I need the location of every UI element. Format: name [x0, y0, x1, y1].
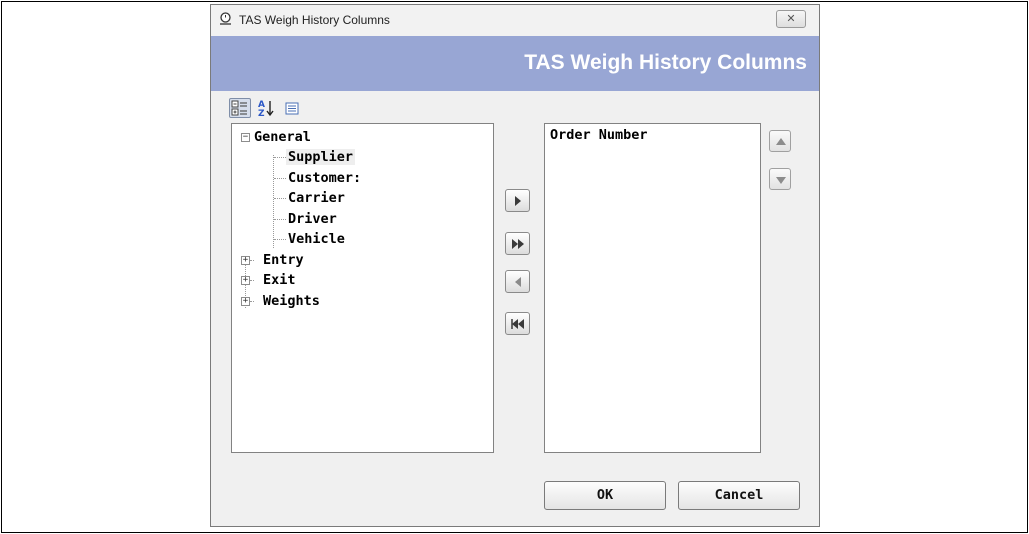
property-pages-icon: [285, 102, 299, 115]
app-icon: [220, 12, 231, 25]
arrow-left-icon: [515, 277, 521, 287]
arrow-right-icon: [515, 196, 521, 206]
double-arrow-right-icon: [512, 239, 524, 249]
tree-group-label: General: [254, 129, 311, 145]
tree-item-label: Supplier: [286, 149, 356, 165]
property-pages-button[interactable]: [282, 98, 304, 118]
expand-icon[interactable]: +: [241, 256, 250, 265]
tree-connector: [274, 178, 286, 179]
remove-all-button[interactable]: [505, 312, 530, 335]
collapse-icon[interactable]: −: [241, 133, 250, 142]
close-icon: ✕: [786, 13, 796, 25]
add-all-button[interactable]: [505, 232, 530, 255]
move-down-icon: [776, 177, 786, 184]
tree-item-label: Vehicle: [288, 231, 345, 247]
tree-connector: [274, 239, 286, 240]
tree-connector: [273, 155, 274, 248]
expand-icon[interactable]: +: [241, 276, 250, 285]
tree-connector: [274, 157, 286, 158]
tree-item-supplier[interactable]: Supplier: [286, 147, 356, 167]
tree-item-customer[interactable]: Customer:: [288, 168, 361, 188]
sort-alphabetical-icon: A Z: [258, 100, 274, 118]
ok-button[interactable]: OK: [544, 481, 666, 510]
tree-item-vehicle[interactable]: Vehicle: [288, 229, 345, 249]
header-banner: TAS Weigh History Columns: [211, 36, 819, 91]
tree-item-carrier[interactable]: Carrier: [288, 188, 345, 208]
tree-group-label: Weights: [263, 293, 320, 309]
tree-connector: [250, 280, 254, 281]
tree-group-label: Exit: [263, 272, 296, 288]
move-up-button[interactable]: [769, 130, 791, 152]
tree-item-label: Carrier: [288, 190, 345, 206]
tree-item-label: Driver: [288, 211, 337, 227]
cancel-button[interactable]: Cancel: [678, 481, 800, 510]
tree-group-label: Entry: [263, 252, 304, 268]
close-button[interactable]: ✕: [776, 10, 806, 28]
window-title: TAS Weigh History Columns: [239, 13, 390, 27]
view-toolbar: A Z: [229, 98, 349, 120]
add-selected-button[interactable]: [505, 189, 530, 212]
remove-selected-button[interactable]: [505, 270, 530, 293]
move-up-icon: [776, 138, 786, 145]
dialog-window: TAS Weigh History Columns ✕ TAS Weigh Hi…: [210, 4, 820, 527]
tree-connector: [250, 260, 254, 261]
sort-alphabetical-button[interactable]: A Z: [256, 98, 278, 118]
categorized-view-button[interactable]: [229, 98, 251, 118]
svg-text:Z: Z: [258, 109, 265, 118]
tree-item-label: Customer:: [288, 170, 362, 186]
list-item[interactable]: Order Number: [550, 127, 648, 143]
tree-connector: [250, 301, 254, 302]
available-columns-tree[interactable]: − General Supplier Customer: Carrier Dri…: [231, 123, 494, 453]
expand-icon[interactable]: +: [241, 297, 250, 306]
banner-title: TAS Weigh History Columns: [524, 51, 807, 74]
title-bar: TAS Weigh History Columns ✕: [211, 5, 819, 36]
categorized-view-icon: [231, 100, 247, 116]
move-down-button[interactable]: [769, 168, 791, 190]
tree-connector: [274, 198, 286, 199]
double-arrow-left-icon: [511, 319, 524, 329]
tree-connector: [274, 219, 286, 220]
selected-columns-list[interactable]: Order Number: [544, 123, 761, 453]
tree-item-driver[interactable]: Driver: [288, 209, 337, 229]
